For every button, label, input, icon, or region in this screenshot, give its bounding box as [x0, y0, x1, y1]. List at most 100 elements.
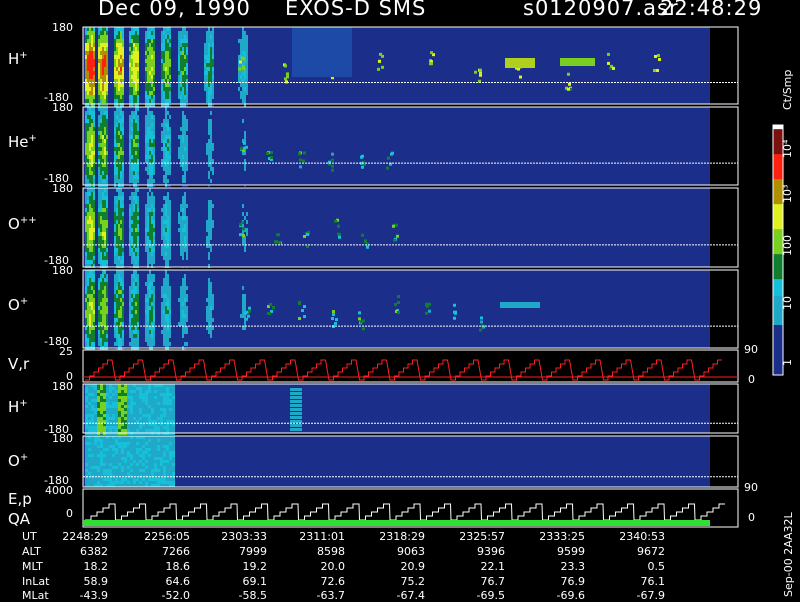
heat-cell — [104, 232, 106, 236]
heat-cell — [89, 200, 91, 204]
heat-cell — [157, 469, 160, 472]
heat-cell — [242, 322, 244, 326]
heat-cell — [85, 147, 87, 151]
heat-cell — [87, 47, 89, 51]
heat-cell — [208, 204, 210, 208]
heat-cell — [100, 240, 102, 244]
heat-cell — [161, 298, 163, 302]
heat-cell — [91, 481, 94, 484]
heat-cell — [133, 454, 136, 457]
heat-cell — [91, 192, 93, 196]
heat-cell — [161, 228, 163, 232]
heat-cell — [100, 298, 102, 302]
heat-cell — [147, 155, 149, 159]
heat-cell — [109, 469, 112, 472]
heat-cell — [208, 155, 210, 159]
heat-cell — [151, 228, 153, 232]
heat-cell — [184, 147, 186, 151]
heat-cell — [154, 466, 157, 469]
heat-cell — [151, 278, 153, 282]
heat-cell — [172, 469, 175, 472]
heat-cell — [98, 107, 100, 111]
heat-cell — [87, 208, 89, 212]
heat-cell — [212, 298, 214, 302]
heat-cell — [149, 175, 151, 179]
heat-cell — [124, 466, 127, 469]
heat-cell — [178, 212, 180, 216]
heat-cell — [186, 322, 188, 326]
heat-cell — [133, 472, 136, 475]
heat-cell — [242, 159, 244, 163]
heat-cell — [100, 71, 102, 75]
heat-cell — [98, 310, 100, 314]
heat-cell — [169, 67, 171, 71]
heat-cell — [120, 87, 122, 91]
heat-cell — [116, 159, 118, 163]
heat-cell — [131, 232, 133, 236]
heat-cell — [240, 27, 242, 31]
heat-cell — [133, 224, 135, 228]
heat-cell — [167, 107, 169, 111]
heat-cell — [85, 387, 88, 390]
heat-cell — [133, 204, 135, 208]
heat-cell — [129, 131, 131, 135]
heat-cell — [210, 151, 212, 155]
heat-cell — [114, 232, 116, 236]
heat-cell — [129, 43, 131, 47]
heat-cell — [87, 167, 89, 171]
heat-cell — [91, 451, 94, 454]
heat-cell — [97, 451, 100, 454]
heat-cell — [91, 224, 93, 228]
heat-cell — [178, 151, 180, 155]
heat-cell — [106, 91, 108, 95]
heat-cell — [161, 83, 163, 87]
heat-cell — [167, 240, 169, 244]
heat-cell — [118, 192, 120, 196]
heat-cell — [85, 282, 87, 286]
heat-cell — [118, 448, 121, 451]
heat-cell — [120, 330, 122, 334]
heat-cell — [145, 408, 148, 411]
colorbar-swatch — [773, 170, 783, 176]
heat-cell — [98, 236, 100, 240]
heat-cell — [161, 216, 163, 220]
heat-cell — [161, 171, 163, 175]
heat-cell — [103, 414, 106, 417]
heat-cell — [172, 439, 175, 442]
heat-cell — [242, 314, 244, 318]
heat-cell — [93, 200, 95, 204]
heat-cell — [206, 171, 208, 175]
heat-cell — [246, 232, 248, 236]
heat-cell — [169, 159, 171, 163]
heat-cell — [89, 35, 91, 39]
heat-cell — [160, 469, 163, 472]
heat-cell — [246, 39, 248, 43]
heat-cell — [186, 204, 188, 208]
heat-cell — [182, 252, 184, 256]
heat-cell — [100, 175, 102, 179]
heat-cell — [88, 448, 91, 451]
heat-cell — [89, 167, 91, 171]
heat-cell — [147, 236, 149, 240]
heat-cell — [91, 330, 93, 334]
heat-cell — [180, 306, 182, 310]
heat-cell — [131, 107, 133, 111]
heat-cell — [149, 342, 151, 346]
heat-cell — [106, 294, 108, 298]
heat-cell — [165, 274, 167, 278]
heat-cell — [135, 302, 137, 306]
heat-cell — [106, 155, 108, 159]
heat-cell — [135, 298, 137, 302]
heat-cell — [122, 220, 124, 224]
heat-cell — [131, 47, 133, 51]
heat-cell — [242, 286, 244, 290]
panel-0-gap — [710, 27, 738, 104]
heat-cell — [106, 220, 108, 224]
heat-cell — [114, 171, 116, 175]
heat-cell — [147, 306, 149, 310]
heat-cell — [106, 208, 108, 212]
heat-cell — [93, 318, 95, 322]
heat-cell — [94, 442, 97, 445]
heat-cell — [91, 59, 93, 63]
heat-cell — [131, 131, 133, 135]
